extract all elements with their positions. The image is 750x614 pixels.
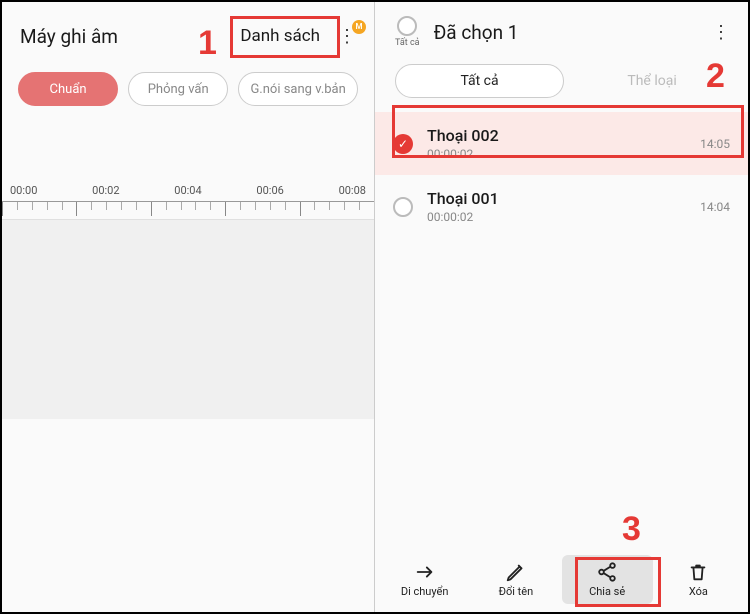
left-header-right: Danh sách ⋮ M [228,20,360,52]
select-all-toggle[interactable]: Tất cả [395,16,420,48]
action-label: Đổi tên [499,585,534,598]
recording-item[interactable]: Thoại 001 00:00:02 14:04 [375,175,748,238]
filter-row: Tất cả Thể loại [375,56,748,112]
recording-time: 14:05 [700,137,730,151]
mode-convert[interactable]: G.nói sang v.bản [238,72,358,106]
rename-button[interactable]: Đổi tên [470,555,561,604]
recording-info: Thoại 002 00:00:02 [427,126,686,161]
more-menu-icon[interactable]: ⋮ [706,22,734,43]
more-menu-icon[interactable]: ⋮ M [332,26,360,47]
select-all-label: Tất cả [395,38,420,48]
checkbox-empty-icon[interactable] [393,197,413,217]
app-title: Máy ghi âm [20,25,118,48]
action-label: Xóa [689,585,708,598]
list-pane: Tất cả Đã chọn 1 ⋮ Tất cả Thể loại ✓ Tho… [375,2,748,612]
delete-button[interactable]: Xóa [653,555,744,604]
share-button[interactable]: Chia sẻ [562,555,653,604]
recording-time: 14:04 [700,200,730,214]
filter-all-button[interactable]: Tất cả [395,64,564,98]
move-button[interactable]: Di chuyển [379,555,470,604]
tick-label: 00:08 [339,184,366,197]
recording-name: Thoại 001 [427,189,686,208]
timeline: 00:00 00:02 00:04 00:06 00:08 [2,184,374,419]
badge: M [352,20,366,34]
tick-label: 00:04 [174,184,201,197]
selected-count: Đã chọn 1 [434,21,692,44]
trash-icon [687,561,709,583]
filter-category-button[interactable]: Thể loại [576,73,728,89]
right-header: Tất cả Đã chọn 1 ⋮ [375,2,748,56]
recording-info: Thoại 001 00:00:02 [427,189,686,224]
mode-standard[interactable]: Chuẩn [18,72,118,106]
checkbox-empty-icon [397,16,417,36]
pencil-icon [505,561,527,583]
arrow-right-icon [414,561,436,583]
timeline-labels: 00:00 00:02 00:04 00:06 00:08 [2,184,374,197]
mode-row: Chuẩn Phỏng vấn G.nói sang v.bản [2,62,374,124]
waveform-area [2,219,374,419]
share-icon [596,561,618,583]
tick-label: 00:02 [92,184,119,197]
action-label: Chia sẻ [589,585,625,598]
action-label: Di chuyển [401,585,449,598]
tick-label: 00:00 [10,184,37,197]
mode-interview[interactable]: Phỏng vấn [128,72,228,106]
list-button[interactable]: Danh sách [228,20,332,52]
checkbox-checked-icon[interactable]: ✓ [393,134,413,154]
recording-duration: 00:00:02 [427,210,686,224]
recorder-pane: Máy ghi âm Danh sách ⋮ M Chuẩn Phỏng vấn… [2,2,375,612]
recording-duration: 00:00:02 [427,147,686,161]
recording-name: Thoại 002 [427,126,686,145]
timeline-ruler [2,201,374,219]
recording-item[interactable]: ✓ Thoại 002 00:00:02 14:05 [375,112,748,175]
tick-label: 00:06 [256,184,283,197]
bottom-actions: Di chuyển Đổi tên Chia sẻ Xóa [375,549,748,612]
left-header: Máy ghi âm Danh sách ⋮ M [2,2,374,62]
